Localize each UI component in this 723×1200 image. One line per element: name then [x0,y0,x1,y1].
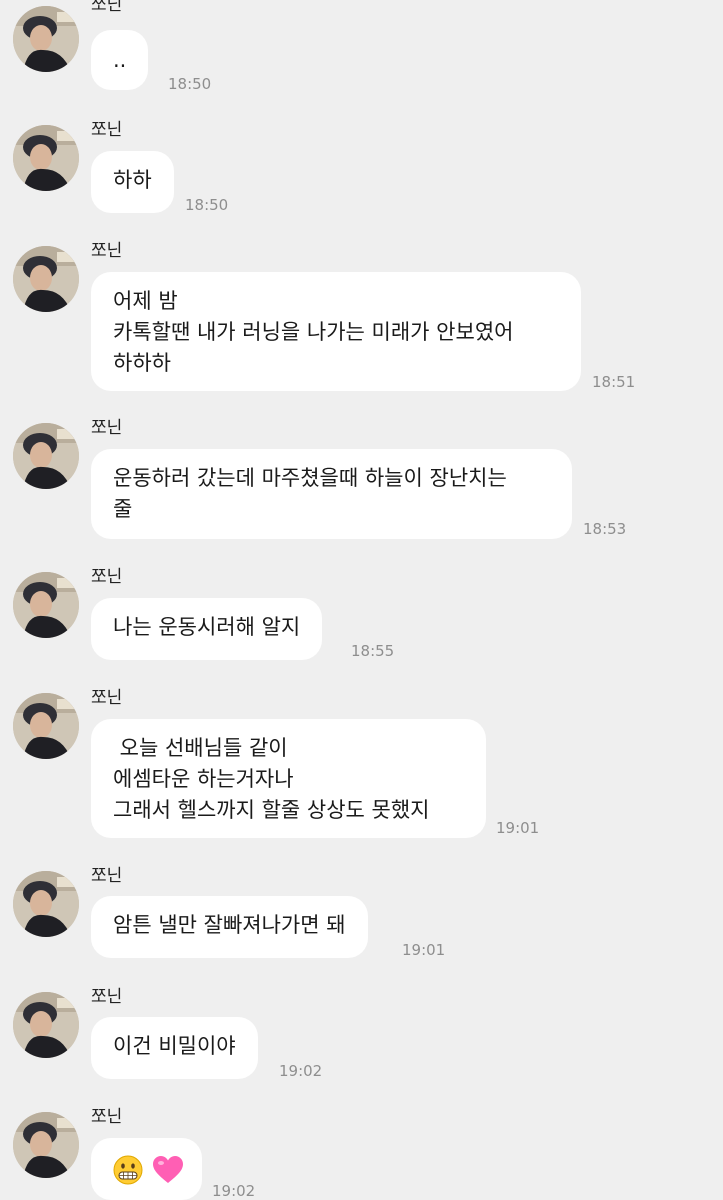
message-time: 18:50 [168,75,212,93]
message-time: 19:02 [212,1182,256,1200]
avatar[interactable] [13,992,79,1058]
sender-name: 쪼닌 [91,567,123,587]
pink-heart-emoji [152,1156,183,1183]
message-bubble[interactable]: .. [91,30,149,90]
avatar[interactable] [13,572,79,638]
sender-name: 쪼닌 [91,987,123,1007]
message-time: 18:53 [583,520,627,538]
profile-photo [13,572,79,638]
message-text: 하하 [113,168,152,192]
profile-photo [13,246,79,312]
message-text-line: 에셈타운 하는거자나 [113,767,294,791]
profile-photo [13,423,79,489]
avatar[interactable] [13,6,79,72]
message-bubble[interactable]: 어제 밤 카톡할땐 내가 러닝을 나가는 미래가 안보였어 하하하 [91,272,581,391]
avatar[interactable] [13,125,79,191]
grimacing-face-emoji [113,1155,143,1185]
profile-photo [13,125,79,191]
message-time: 19:02 [279,1062,323,1080]
message-text: 이건 비밀이야 [113,1034,236,1058]
profile-photo [13,6,79,72]
message-bubble[interactable]: 암튼 낼만 잘빠져나가면 돼 [91,896,368,958]
message-time: 18:55 [351,642,395,660]
message-bubble[interactable]: 나는 운동시러해 알지 [91,598,323,660]
message-bubble[interactable]: 이건 비밀이야 [91,1017,258,1079]
message-text: 암튼 낼만 잘빠져나가면 돼 [113,913,346,937]
avatar[interactable] [13,246,79,312]
message-text-line: 카톡할땐 내가 러닝을 나가는 미래가 안보였어 [113,320,514,344]
message-text-line: 그래서 헬스까지 할줄 상상도 못했지 [113,798,430,822]
sender-name: 쪼닌 [91,120,123,140]
message-text: 나는 운동시러해 알지 [113,615,301,639]
message-bubble[interactable]: 운동하러 갔는데 마주쳤을때 하늘이 장난치는 줄 [91,449,572,539]
message-bubble[interactable] [91,1138,202,1200]
message-text-line: 어제 밤 [113,289,178,313]
profile-photo [13,992,79,1058]
message-bubble[interactable]: 오늘 선배님들 같이 에셈타운 하는거자나 그래서 헬스까지 할줄 상상도 못했… [91,719,486,838]
sender-name: 쪼닌 [91,0,123,15]
profile-photo [13,871,79,937]
avatar[interactable] [13,871,79,937]
message-time: 19:01 [402,941,446,959]
message-time: 18:50 [185,196,229,214]
avatar[interactable] [13,693,79,759]
message-text: .. [113,48,127,72]
avatar[interactable] [13,423,79,489]
profile-photo [13,1112,79,1178]
sender-name: 쪼닌 [91,688,123,708]
message-text-line: 줄 [113,497,133,521]
sender-name: 쪼닌 [91,418,123,438]
message-text-line: 오늘 선배님들 같이 [113,736,288,760]
sender-name: 쪼닌 [91,1107,123,1127]
chat-log: 쪼닌 .. 18:50 쪼닌 하하 18:50 쪼닌 어제 밤 카톡할땐 내가 … [0,0,723,1200]
sender-name: 쪼닌 [91,866,123,886]
sender-name: 쪼닌 [91,241,123,261]
message-time: 19:01 [496,819,540,837]
profile-photo [13,693,79,759]
avatar[interactable] [13,1112,79,1178]
message-bubble[interactable]: 하하 [91,151,174,213]
message-time: 18:51 [592,373,636,391]
message-text-line: 운동하러 갔는데 마주쳤을때 하늘이 장난치는 [113,466,507,490]
message-text-line: 하하하 [113,351,171,375]
